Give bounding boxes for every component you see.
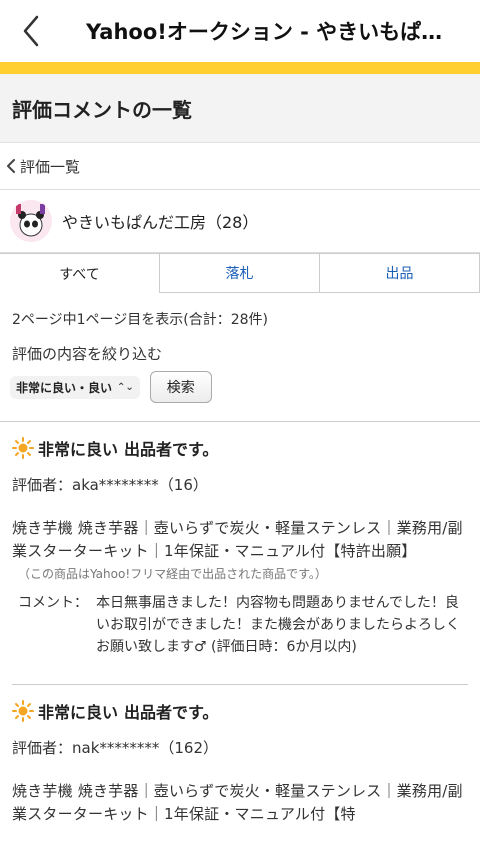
page-header: 評価コメントの一覧 <box>0 74 480 143</box>
tab-all[interactable]: すべて <box>0 253 160 293</box>
search-button[interactable]: 検索 <box>149 371 212 403</box>
app-title: Yahoo!オークション - やきいもぱ… <box>86 20 443 44</box>
role-text: 出品者です。 <box>124 703 219 722</box>
seller-row[interactable]: やきいもぱんだ工房（28） <box>0 190 480 253</box>
updown-chevron-icon: ⌃⌄ <box>117 381 134 393</box>
tab-bar: すべて 落札 出品 <box>0 253 480 293</box>
item-title[interactable]: 焼き芋機 焼き芋器｜壺いらずで炭火・軽量ステンレス｜業務用/副業スターターキット… <box>12 780 468 826</box>
breadcrumb-link[interactable]: 評価一覧 <box>20 156 80 177</box>
avatar <box>10 200 52 242</box>
filter-row: 非常に良い・良い ⌃⌄ 検索 <box>0 364 480 404</box>
breadcrumb[interactable]: 評価一覧 <box>0 143 480 190</box>
app-header: Yahoo!オークション - やきいもぱ… <box>0 0 480 62</box>
tab-won[interactable]: 落札 <box>160 253 320 293</box>
review-heading: 非常に良い 出品者です。 <box>12 699 468 723</box>
rating-filter-select[interactable]: 非常に良い・良い ⌃⌄ <box>10 375 140 399</box>
sun-icon <box>12 700 34 722</box>
back-button[interactable] <box>0 0 62 62</box>
tab-listed[interactable]: 出品 <box>320 253 480 293</box>
comment-row: コメント： 本日無事届きました！内容物も問題ありませんでした！良いお取引ができま… <box>12 592 468 658</box>
chevron-left-icon <box>7 159 15 173</box>
page-title: 評価コメントの一覧 <box>12 97 192 122</box>
comment-text: 本日無事届きました！内容物も問題ありませんでした！良いお取引ができました！また機… <box>96 595 460 655</box>
role-text: 出品者です。 <box>124 440 219 459</box>
sun-icon <box>12 437 34 459</box>
item-title[interactable]: 焼き芋機 焼き芋器｜壺いらずで炭火・軽量ステンレス｜業務用/副業スターターキット… <box>12 517 468 563</box>
panda-logo <box>10 200 52 242</box>
seller-name[interactable]: やきいもぱんだ工房（28） <box>62 209 258 233</box>
review-heading: 非常に良い 出品者です。 <box>12 436 468 460</box>
review-item: 非常に良い 出品者です。 評価者：nak********（162） 焼き芋機 焼… <box>0 685 480 826</box>
rating-filter-value: 非常に良い・良い <box>16 380 113 395</box>
rater-info[interactable]: 評価者：aka********（16） <box>12 474 468 495</box>
item-note: （この商品はYahoo!フリマ経由で出品された商品です。） <box>18 567 327 581</box>
rating-text: 非常に良い <box>38 440 119 459</box>
result-summary: 2ページ中1ページ目を表示(合計：28件) <box>12 312 268 328</box>
rating-text: 非常に良い <box>38 703 119 722</box>
filter-label: 評価の内容を絞り込む <box>12 345 163 363</box>
rater-info[interactable]: 評価者：nak********（162） <box>12 737 468 758</box>
review-item: 非常に良い 出品者です。 評価者：aka********（16） 焼き芋機 焼き… <box>0 422 480 685</box>
comment-label: コメント： <box>18 595 88 611</box>
chevron-left-icon <box>23 15 39 47</box>
accent-bar <box>0 62 480 74</box>
